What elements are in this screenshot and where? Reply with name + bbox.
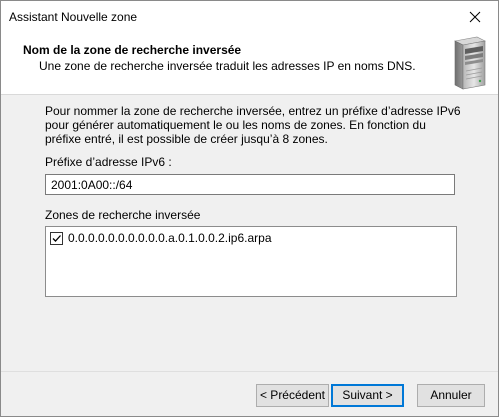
ipv6-prefix-label: Préfixe d’adresse IPv6 : bbox=[45, 155, 172, 169]
footer-separator bbox=[1, 371, 498, 372]
new-zone-wizard-window: Assistant Nouvelle zone Nom de la zone d… bbox=[0, 0, 499, 417]
server-icon bbox=[454, 36, 486, 90]
zone-checkbox[interactable] bbox=[50, 231, 63, 245]
ipv6-prefix-input[interactable] bbox=[45, 174, 455, 195]
page-subtitle: Une zone de recherche inversée traduit l… bbox=[39, 59, 416, 73]
zone-name: 0.0.0.0.0.0.0.0.0.0.a.0.1.0.0.2.ip6.arpa bbox=[68, 231, 272, 245]
wizard-header: Nom de la zone de recherche inversée Une… bbox=[1, 32, 498, 95]
previous-button[interactable]: < Précédent bbox=[256, 384, 329, 407]
title-bar: Assistant Nouvelle zone bbox=[1, 1, 498, 32]
reverse-zones-list[interactable]: 0.0.0.0.0.0.0.0.0.0.a.0.1.0.0.2.ip6.arpa bbox=[45, 226, 457, 297]
close-button[interactable] bbox=[452, 1, 498, 32]
checkmark-icon bbox=[52, 234, 61, 242]
list-item[interactable]: 0.0.0.0.0.0.0.0.0.0.a.0.1.0.0.2.ip6.arpa bbox=[50, 231, 272, 245]
reverse-zones-label: Zones de recherche inversée bbox=[45, 208, 201, 222]
next-button[interactable]: Suivant > bbox=[331, 384, 404, 407]
close-icon bbox=[469, 11, 481, 22]
page-title: Nom de la zone de recherche inversée bbox=[23, 43, 242, 57]
window-title: Assistant Nouvelle zone bbox=[9, 10, 138, 24]
instructions-text: Pour nommer la zone de recherche inversé… bbox=[45, 104, 461, 146]
cancel-button[interactable]: Annuler bbox=[417, 384, 485, 407]
